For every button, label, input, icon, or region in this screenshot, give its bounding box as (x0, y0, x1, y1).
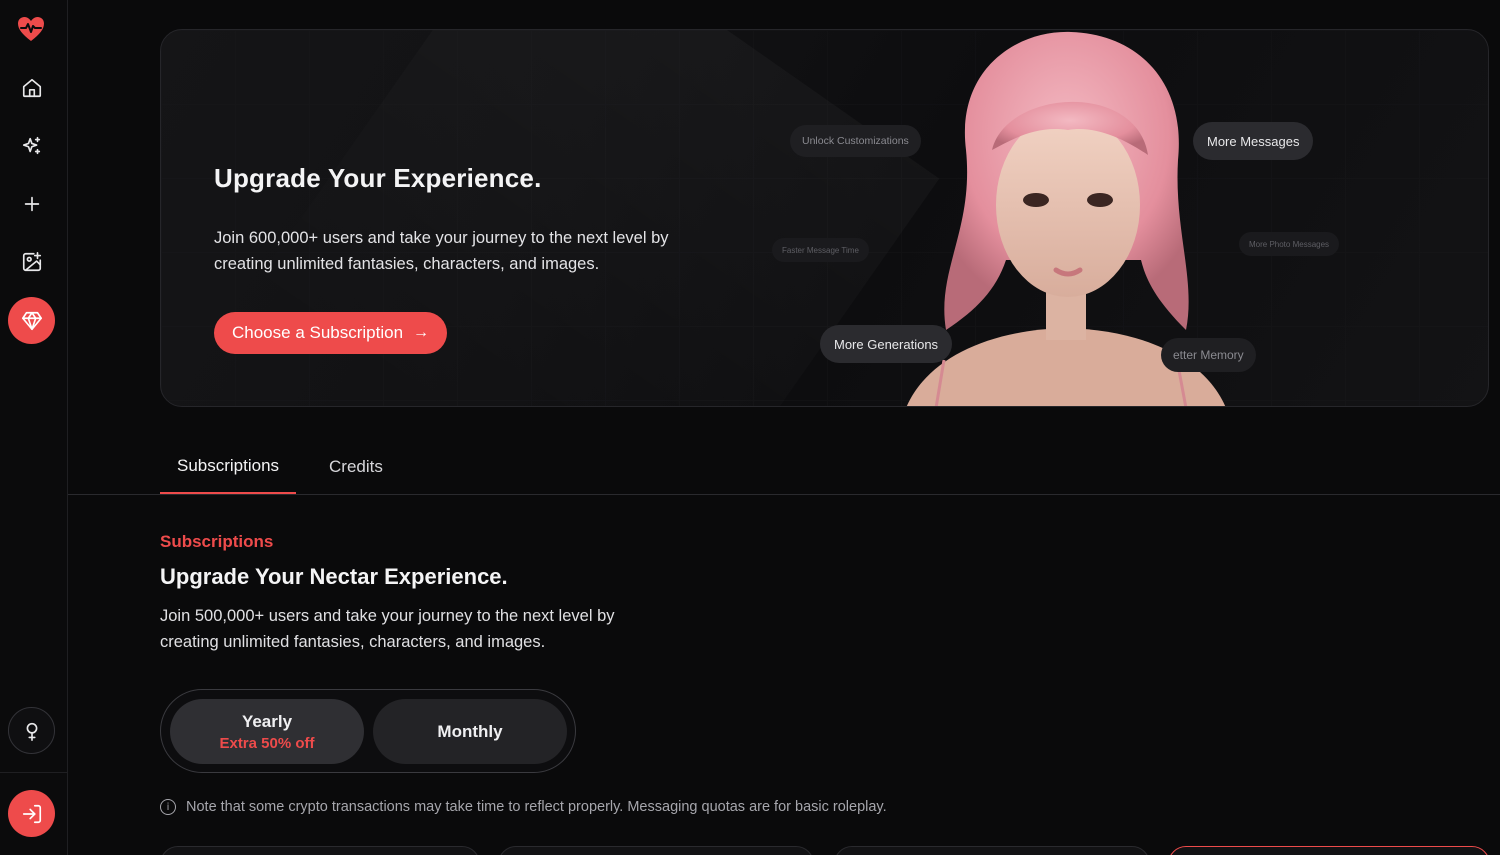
sidebar-item-discover[interactable] (8, 122, 55, 169)
sidebar-item-create[interactable] (8, 180, 55, 227)
sidebar-item-premium[interactable] (8, 297, 55, 344)
plan-card[interactable] (834, 846, 1150, 855)
section-eyebrow: Subscriptions (160, 532, 274, 551)
plan-card-featured[interactable] (1168, 846, 1490, 855)
feature-chip-more-photo-messages: More Photo Messages (1239, 232, 1340, 256)
login-button[interactable] (8, 790, 55, 837)
billing-period-toggle: Yearly Extra 50% off Monthly (160, 689, 576, 773)
sidebar-divider (0, 772, 68, 773)
sparkles-icon (22, 136, 40, 154)
tab-subscriptions[interactable]: Subscriptions (160, 440, 297, 494)
plus-icon (24, 196, 39, 211)
sidebar-item-generate-image[interactable] (8, 238, 55, 285)
feature-chip-more-generations: More Generations (820, 325, 953, 363)
arrow-right-icon: → (413, 324, 430, 341)
feature-chip-faster-message-time: Faster Message Time (772, 238, 869, 262)
sidebar (0, 0, 68, 855)
gender-selector-button[interactable] (8, 707, 55, 754)
crypto-note: i Note that some crypto transactions may… (160, 799, 887, 815)
login-icon (22, 804, 41, 823)
sidebar-item-home[interactable] (8, 64, 55, 111)
feature-chip-unlock-customizations: Unlock Customizations (790, 125, 921, 157)
home-icon (22, 78, 41, 97)
info-icon: i (160, 799, 176, 815)
heart-pulse-logo-icon[interactable] (16, 14, 46, 44)
monthly-label: Monthly (437, 721, 503, 741)
choose-subscription-label: Choose a Subscription (232, 323, 404, 342)
upgrade-hero-banner: Upgrade Your Experience. Join 600,000+ u… (160, 29, 1489, 407)
crypto-note-text: Note that some crypto transactions may t… (186, 799, 887, 815)
choose-subscription-button[interactable]: Choose a Subscription → (214, 312, 448, 354)
plan-card[interactable] (498, 846, 814, 855)
yearly-label: Yearly (241, 711, 293, 731)
plan-card[interactable] (160, 846, 480, 855)
feature-chip-better-memory: etter Memory (1161, 338, 1256, 372)
tab-credits[interactable]: Credits (312, 440, 400, 494)
section-description: Join 500,000+ users and take your journe… (160, 607, 615, 651)
yearly-discount-badge: Extra 50% off (219, 734, 315, 752)
section-title: Upgrade Your Nectar Experience. (160, 564, 508, 589)
billing-option-yearly[interactable]: Yearly Extra 50% off (170, 699, 364, 764)
pricing-tabs: Subscriptions Credits (68, 440, 1500, 495)
gem-icon (21, 311, 42, 330)
feature-chip-more-messages: More Messages (1193, 122, 1314, 160)
billing-option-monthly[interactable]: Monthly (373, 699, 567, 764)
female-symbol-icon (26, 722, 37, 741)
hero-description: Join 600,000+ users and take your journe… (214, 229, 669, 273)
hero-title: Upgrade Your Experience. (214, 163, 542, 193)
image-plus-icon (22, 251, 41, 271)
